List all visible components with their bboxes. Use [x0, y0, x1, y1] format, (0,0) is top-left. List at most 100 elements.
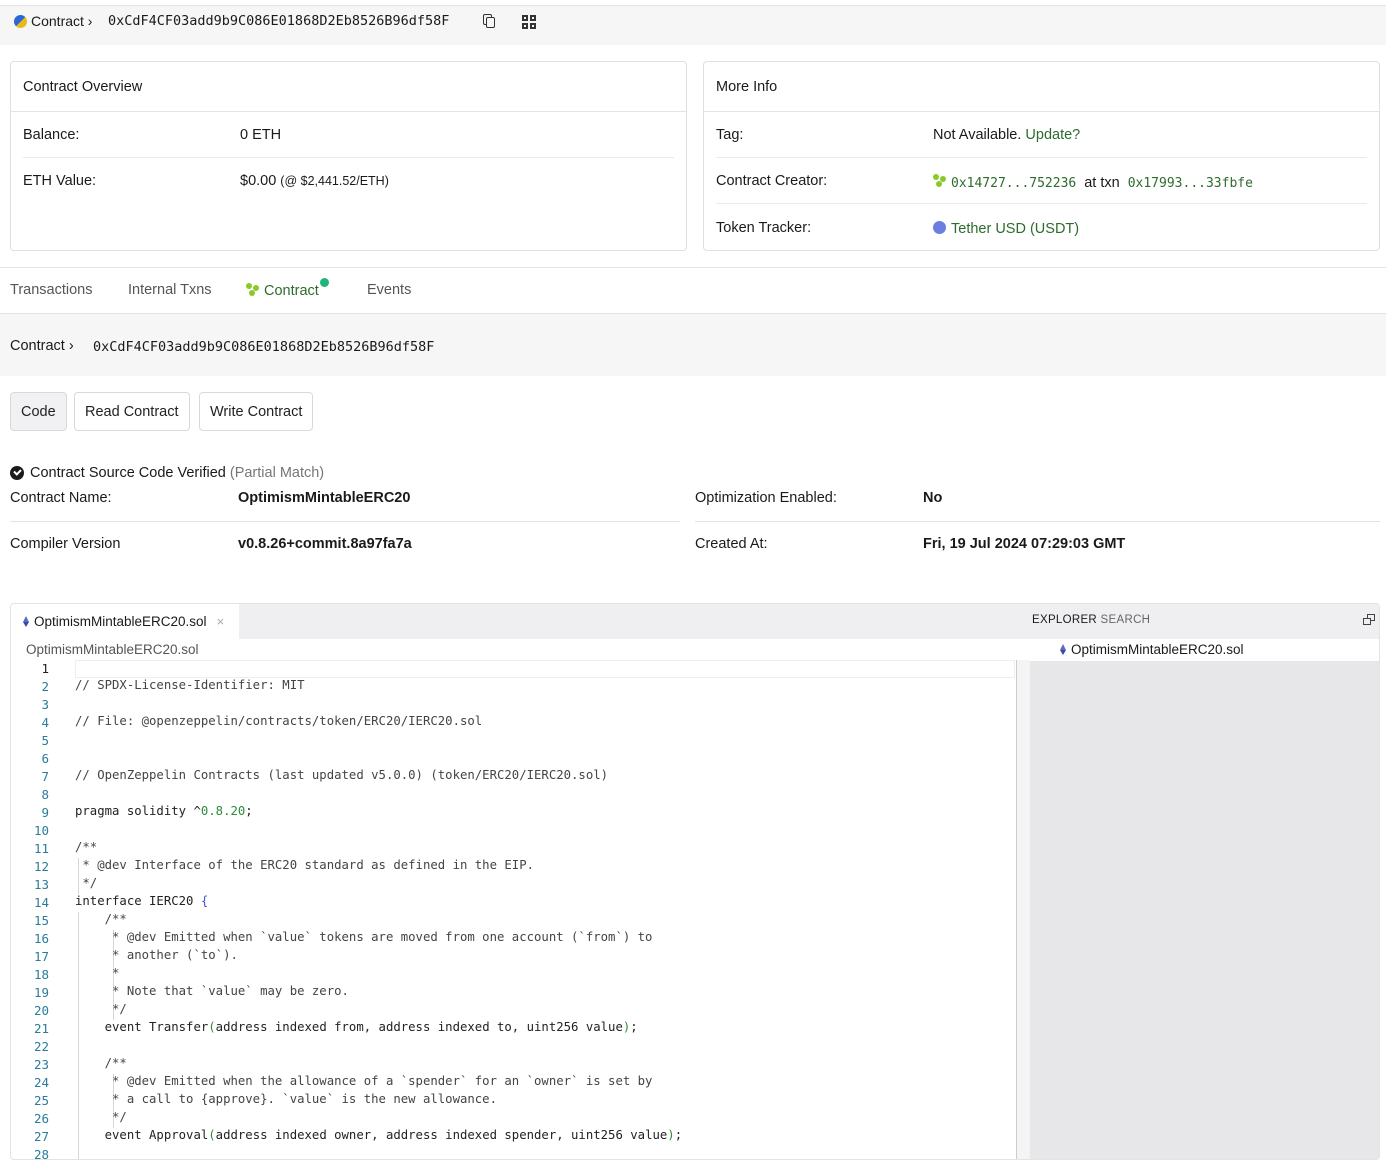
code-line: /**: [75, 912, 127, 926]
tab-contract-label: Contract: [264, 283, 319, 299]
creator-row: Contract Creator: 0x14727...752236 at tx…: [716, 158, 1367, 204]
token-tracker-link[interactable]: Tether USD (USDT): [951, 221, 1079, 237]
contract-overview-card: Contract Overview Balance: 0 ETH ETH Val…: [10, 61, 687, 251]
contract-bar-address: 0xCdF4CF03add9b9C086E01868D2Eb8526B96df5…: [93, 339, 435, 355]
tag-update-link[interactable]: Update?: [1025, 127, 1080, 143]
restore-window-icon[interactable]: [1363, 614, 1375, 625]
code-line: pragma solidity ^0.8.20;: [75, 804, 253, 818]
ethereum-icon: [1060, 644, 1067, 655]
line-number: 18: [33, 967, 49, 982]
code-line: * @dev Interface of the ERC20 standard a…: [75, 858, 535, 872]
token-icon: [933, 221, 946, 234]
network-icon: [14, 14, 27, 28]
contract-crumb-label: Contract ›: [10, 338, 74, 354]
creator-txn-link[interactable]: 0x17993...33fbfe: [1128, 176, 1253, 191]
breadcrumb-label: Contract ›: [31, 13, 93, 29]
line-number: 23: [33, 1057, 49, 1072]
tab-contract[interactable]: Contract: [246, 278, 329, 299]
line-number: 26: [33, 1111, 49, 1126]
line-number: 15: [33, 913, 49, 928]
line-number: 3: [41, 697, 49, 712]
explorer-panel: OptimismMintableERC20.sol: [1030, 639, 1379, 1159]
verified-dot-icon: [319, 278, 329, 287]
editor-tab-file[interactable]: OptimismMintableERC20.sol ×: [11, 604, 239, 639]
code-line: */: [75, 876, 98, 890]
eth-value-label: ETH Value:: [23, 173, 97, 189]
more-info-card: More Info Tag: Not Available. Update? Co…: [703, 61, 1380, 251]
copy-icon[interactable]: [483, 14, 495, 28]
balance-row: Balance: 0 ETH: [23, 112, 674, 158]
verification-status: Contract Source Code Verified (Partial M…: [10, 465, 324, 481]
code-line: /**: [75, 840, 98, 854]
ethereum-icon: [23, 616, 30, 627]
code-line: // OpenZeppelin Contracts (last updated …: [75, 768, 609, 782]
breadcrumb: Contract ›: [14, 13, 92, 29]
current-line-highlight: [75, 660, 1015, 678]
search-label[interactable]: SEARCH: [1101, 614, 1151, 626]
compiler-value: v0.8.26+commit.8a97fa7a: [238, 536, 412, 552]
editor-scrollbar[interactable]: [1016, 660, 1030, 1159]
line-number: 27: [33, 1129, 49, 1144]
line-number: 21: [33, 1021, 49, 1036]
optimization-value: No: [923, 490, 943, 506]
line-number: 12: [33, 859, 49, 874]
card-title: More Info: [704, 62, 1379, 112]
read-contract-button[interactable]: Read Contract: [74, 392, 190, 431]
divider: [695, 521, 1380, 522]
line-number: 16: [33, 931, 49, 946]
code-line: */: [75, 1002, 127, 1016]
tabs-bar: Transactions Internal Txns Contract Even…: [0, 267, 1386, 314]
write-contract-button[interactable]: Write Contract: [199, 392, 314, 431]
code-line: event Approval(address indexed owner, ad…: [75, 1128, 683, 1142]
editor-file-path: OptimismMintableERC20.sol: [26, 642, 199, 657]
close-icon[interactable]: ×: [217, 614, 225, 629]
code-line: * @dev Emitted when the allowance of a `…: [75, 1074, 653, 1088]
code-button[interactable]: Code: [10, 392, 67, 431]
balance-label: Balance:: [23, 127, 80, 143]
explorer-file-item[interactable]: OptimismMintableERC20.sol: [1030, 639, 1379, 661]
code-line: * a call to {approve}. `value` is the ne…: [75, 1092, 497, 1106]
balance-value: 0 ETH: [240, 127, 282, 143]
eth-value-row: ETH Value: $0.00 (@ $2,441.52/ETH): [23, 158, 674, 204]
verified-text: Contract Source Code Verified: [30, 465, 226, 481]
code-line: * another (`to`).: [75, 948, 238, 962]
code-line: */: [75, 1110, 127, 1124]
tab-events[interactable]: Events: [367, 282, 411, 298]
contract-tab-icon: [246, 283, 260, 296]
code-editor: OptimismMintableERC20.sol × EXPLORER SEAR…: [10, 603, 1380, 1160]
top-bar: Contract › 0xCdF4CF03add9b9C086E01868D2E…: [0, 5, 1386, 45]
code-line: event Transfer(address indexed from, add…: [75, 1020, 638, 1034]
line-number: 1: [41, 661, 49, 676]
compiler-label: Compiler Version: [10, 536, 121, 552]
code-line: * Note that `value` may be zero.: [75, 984, 349, 998]
line-number: 24: [33, 1075, 49, 1090]
contract-address: 0xCdF4CF03add9b9C086E01868D2Eb8526B96df5…: [108, 13, 450, 29]
line-number: 4: [41, 715, 49, 730]
eth-price: (@ $2,441.52/ETH): [280, 174, 389, 188]
line-number: 25: [33, 1093, 49, 1108]
tag-value: Not Available.: [933, 127, 1022, 143]
code-line: * @dev Emitted when `value` tokens are m…: [75, 930, 653, 944]
line-number: 28: [33, 1147, 49, 1160]
code-line: *: [75, 966, 120, 980]
line-number: 8: [41, 787, 49, 802]
creator-address-link[interactable]: 0x14727...752236: [951, 176, 1076, 191]
line-number: 7: [41, 769, 49, 784]
contract-name-label: Contract Name:: [10, 490, 112, 506]
line-number: 2: [41, 679, 49, 694]
line-number: 5: [41, 733, 49, 748]
token-tracker-row: Token Tracker: Tether USD (USDT): [716, 205, 1367, 251]
explorer-label[interactable]: EXPLORER: [1032, 614, 1097, 626]
code-line: // SPDX-License-Identifier: MIT: [75, 678, 305, 692]
tab-internal-txns[interactable]: Internal Txns: [128, 282, 212, 298]
line-number: 14: [33, 895, 49, 910]
line-number: 11: [33, 841, 49, 856]
line-number: 19: [33, 985, 49, 1000]
at-txn-label: at txn: [1084, 175, 1120, 191]
qr-code-icon[interactable]: [522, 15, 536, 29]
tab-transactions[interactable]: Transactions: [10, 282, 92, 298]
tag-label: Tag:: [716, 127, 744, 143]
created-at-value: Fri, 19 Jul 2024 07:29:03 GMT: [923, 536, 1126, 552]
contract-bar: Contract › 0xCdF4CF03add9b9C086E01868D2E…: [0, 314, 1386, 376]
match-text: (Partial Match): [229, 465, 325, 481]
